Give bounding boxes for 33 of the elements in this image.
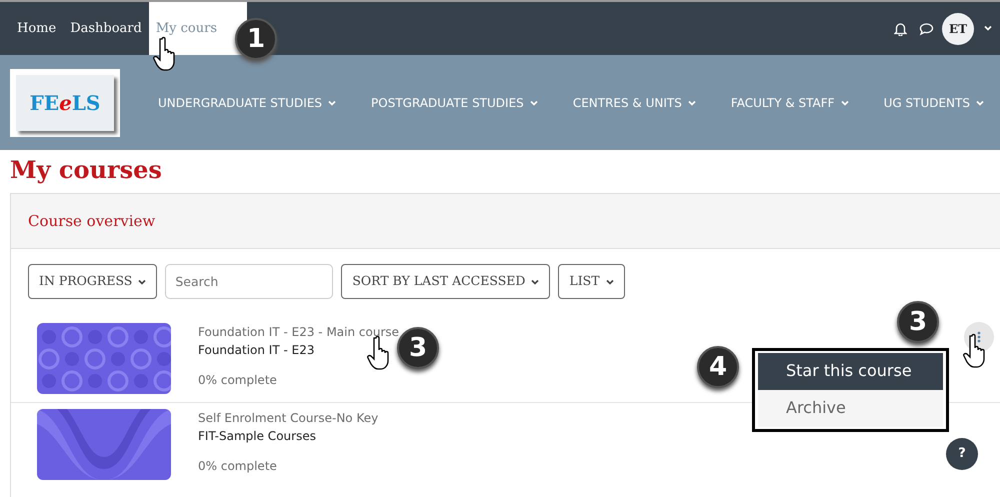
caret-icon (606, 278, 614, 285)
course-category: Foundation IT - E23 - Main course (198, 324, 400, 341)
more-icon (977, 330, 981, 343)
caret-icon (138, 278, 146, 285)
callout-badge: 3 (897, 300, 939, 343)
caret-icon (530, 100, 538, 106)
site-logo[interactable]: FEeLS (10, 68, 120, 136)
nav-link[interactable]: Home (10, 2, 64, 55)
caret-icon (840, 100, 849, 106)
caret-icon (531, 278, 540, 285)
chat-icon[interactable] (919, 22, 934, 36)
caret-icon (976, 100, 984, 106)
progress-text: 0% complete (198, 372, 278, 389)
sort-dropdown[interactable]: SORT BY LAST ACCESSED (341, 264, 550, 299)
bell-icon[interactable] (894, 22, 907, 36)
caret-icon (984, 25, 992, 32)
menu-item[interactable]: Archive (758, 390, 943, 427)
course-link[interactable]: FIT-Sample Courses (198, 426, 378, 445)
search-field[interactable]: Search (165, 264, 334, 299)
progress-text: 0% complete (198, 458, 278, 475)
caret-icon (328, 100, 336, 106)
nav-link[interactable]: Dashboard (63, 2, 149, 55)
callout-badge: 3 (397, 326, 439, 369)
menu-item[interactable]: Star this course (758, 352, 943, 390)
filter-dropdown[interactable]: IN PROGRESS (28, 264, 158, 299)
course-category: Self Enrolment Course-No Key (198, 410, 378, 427)
page-title: My courses (10, 156, 163, 185)
view-dropdown[interactable]: LIST (558, 264, 625, 299)
callout-badge: 4 (697, 346, 739, 388)
user-avatar[interactable]: ET (942, 12, 974, 44)
caret-icon (688, 100, 696, 106)
help-button[interactable]: ? (946, 438, 978, 470)
card-title: Course overview (28, 212, 156, 230)
